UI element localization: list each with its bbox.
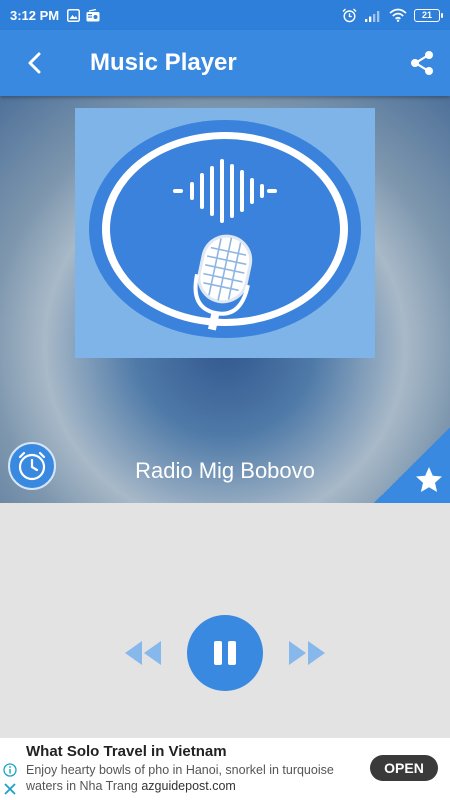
- app-screen: 3:12 PM 21 Music Player Radio Mig Bobovo…: [0, 0, 450, 800]
- close-icon[interactable]: [3, 782, 17, 796]
- info-icon[interactable]: [3, 763, 17, 777]
- notification-image-icon: [67, 8, 81, 22]
- status-left-icons: [67, 8, 100, 22]
- share-button[interactable]: [394, 30, 450, 96]
- fast-forward-button[interactable]: [286, 639, 328, 667]
- back-arrow-icon: [28, 52, 41, 74]
- playback-controls: [0, 503, 450, 738]
- battery-indicator: 21: [414, 8, 443, 22]
- favorite-corner[interactable]: [374, 427, 450, 503]
- ad-headline[interactable]: What Solo Travel in Vietnam: [26, 743, 227, 760]
- radio-notification-icon: [86, 8, 100, 21]
- alarm-icon: [342, 8, 357, 22]
- rewind-button[interactable]: [122, 639, 164, 667]
- rewind-icon: [125, 641, 161, 665]
- ad-description: Enjoy hearty bowls of pho in Hanoi, snor…: [26, 762, 346, 794]
- page-title: Music Player: [90, 49, 237, 76]
- status-right-icons: 21: [342, 8, 443, 23]
- share-icon: [411, 51, 433, 75]
- pause-button[interactable]: [187, 615, 263, 691]
- microphone-logo: [89, 120, 361, 338]
- pause-icon: [214, 641, 236, 665]
- ad-domain[interactable]: azguidepost.com: [141, 779, 236, 793]
- status-time: 3:12 PM: [10, 7, 60, 23]
- fast-forward-icon: [289, 641, 325, 665]
- ad-open-button[interactable]: OPEN: [370, 755, 438, 781]
- status-bar: 3:12 PM 21: [0, 0, 450, 30]
- ad-banner[interactable]: What Solo Travel in Vietnam Enjoy hearty…: [0, 738, 450, 800]
- app-bar: Music Player: [0, 30, 450, 96]
- star-icon: [416, 467, 442, 492]
- wifi-icon: [389, 8, 407, 22]
- signal-icon: [365, 10, 380, 22]
- back-button[interactable]: [0, 30, 70, 96]
- now-playing-panel: Radio Mig Bobovo: [0, 96, 450, 503]
- station-artwork: [75, 108, 375, 358]
- battery-level: 21: [421, 10, 432, 20]
